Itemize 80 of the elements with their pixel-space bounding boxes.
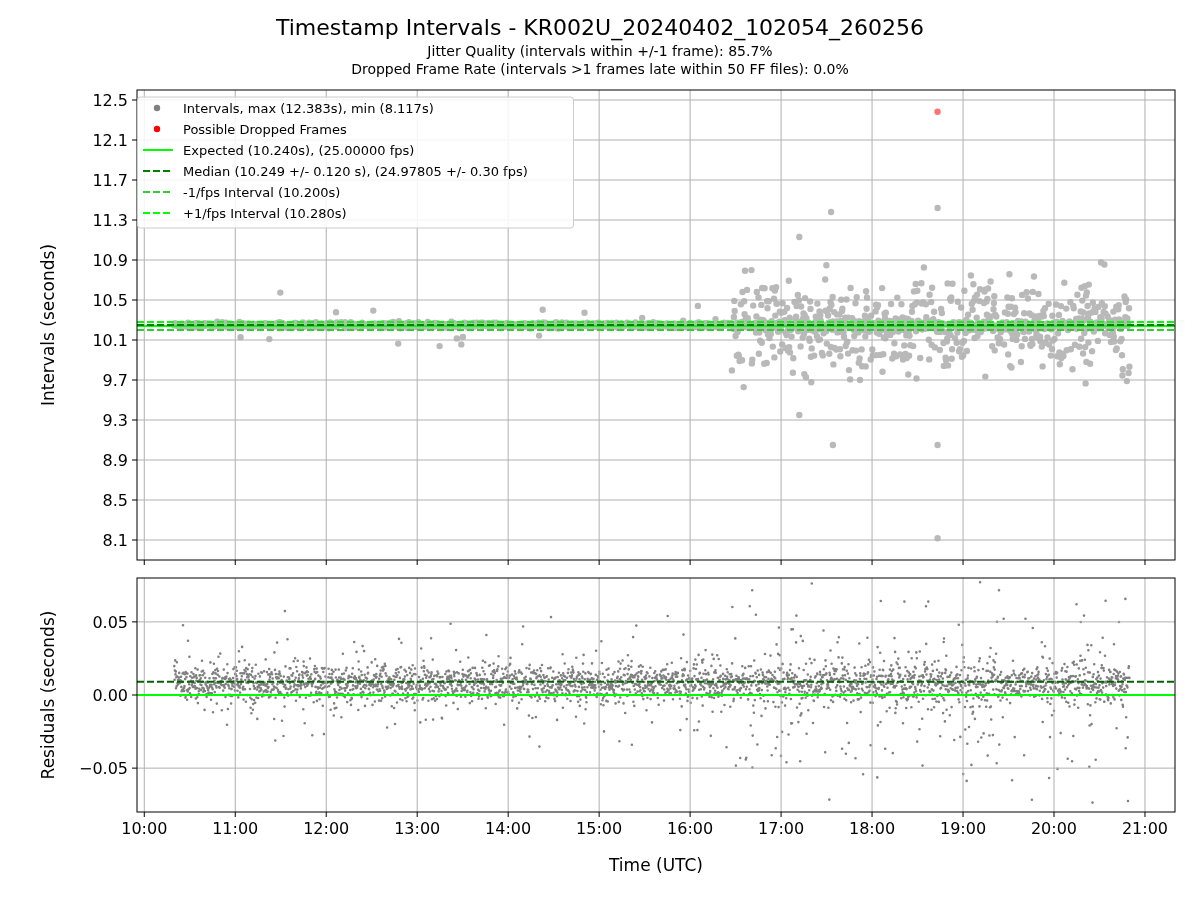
x-tick-label: 12:00	[303, 819, 350, 838]
y-tick-label: 0.00	[92, 686, 128, 705]
x-tick-label: 18:00	[849, 819, 896, 838]
tick-mark	[416, 811, 418, 818]
tick-mark	[131, 694, 138, 696]
tick-mark	[871, 811, 873, 818]
y-tick-label: 10.9	[92, 251, 128, 270]
tick-mark	[416, 559, 418, 566]
tick-mark	[507, 811, 509, 818]
tick-mark	[131, 767, 138, 769]
y-tick-label: 8.1	[102, 531, 128, 550]
legend-label: Intervals, max (12.383s), min (8.117s)	[183, 100, 434, 116]
tick-mark	[689, 559, 691, 566]
tick-mark	[131, 219, 138, 221]
tick-mark	[325, 559, 327, 566]
legend-label: Possible Dropped Frames	[183, 121, 347, 137]
dropped-frame-point	[934, 108, 941, 115]
tick-mark	[131, 179, 138, 181]
tick-mark	[1144, 811, 1146, 818]
tick-mark	[962, 811, 964, 818]
legend-line-icon	[142, 149, 174, 151]
chart-subtitle: Dropped Frame Rate (intervals >1 frames late within 50 FF files): 0.0%	[351, 60, 849, 78]
tick-mark	[131, 339, 138, 341]
y-tick-label: 9.3	[102, 411, 128, 430]
y-tick-label: 11.3	[92, 211, 128, 230]
x-tick-label: 19:00	[940, 819, 987, 838]
tick-mark	[689, 811, 691, 818]
y-tick-label: −0.05	[78, 759, 128, 779]
tick-mark	[507, 559, 509, 566]
tick-mark	[131, 259, 138, 261]
tick-mark	[234, 559, 236, 566]
y-tick-label: 9.7	[102, 371, 128, 390]
axis-title: Residuals (seconds)	[38, 610, 58, 780]
x-tick-label: 15:00	[576, 819, 623, 838]
tick-mark	[131, 539, 138, 541]
y-tick-label: 11.7	[92, 171, 128, 190]
chart-subtitle: Jitter Quality (intervals within +/-1 frame): 85.7%	[427, 42, 773, 60]
legend-label: -1/fps Interval (10.200s)	[183, 184, 341, 200]
tick-mark	[1144, 559, 1146, 566]
legend-label: Expected (10.240s), (25.00000 fps)	[183, 142, 415, 158]
y-tick-label: 12.5	[92, 91, 128, 110]
x-tick-label: 11:00	[212, 819, 259, 838]
tick-mark	[1053, 811, 1055, 818]
chart-title: Timestamp Intervals - KR002U_20240402_102054_260256	[275, 14, 925, 42]
tick-mark	[780, 811, 782, 818]
x-tick-label: 17:00	[758, 819, 805, 838]
tick-mark	[598, 811, 600, 818]
legend-label: +1/fps Interval (10.280s)	[183, 205, 347, 221]
x-tick-label: 10:00	[121, 819, 168, 838]
tick-mark	[143, 811, 145, 818]
x-tick-label: 21:00	[1121, 819, 1169, 838]
tick-mark	[131, 139, 138, 141]
tick-mark	[131, 499, 138, 501]
y-tick-label: 10.5	[92, 291, 128, 310]
tick-mark	[131, 379, 138, 381]
x-tick-label: 20:00	[1030, 819, 1078, 838]
tick-mark	[1053, 559, 1055, 566]
tick-mark	[962, 559, 964, 566]
axis-title: Time (UTC)	[609, 855, 703, 875]
tick-mark	[780, 559, 782, 566]
tick-mark	[234, 811, 236, 818]
y-tick-label: 8.9	[102, 451, 128, 470]
y-tick-label: 0.05	[92, 612, 128, 632]
axis-title: Intervals (seconds)	[38, 243, 58, 407]
x-tick-label: 14:00	[485, 819, 532, 838]
x-tick-label: 16:00	[667, 819, 714, 838]
tick-mark	[131, 459, 138, 461]
tick-mark	[871, 559, 873, 566]
tick-mark	[131, 99, 138, 101]
x-tick-label: 13:00	[394, 819, 441, 838]
tick-mark	[131, 299, 138, 301]
tick-mark	[325, 811, 327, 818]
y-tick-label: 12.1	[92, 131, 128, 150]
y-tick-label: 8.5	[102, 491, 128, 510]
legend-label: Median (10.249 +/- 0.120 s), (24.97805 +/- 0.30 fps)	[183, 163, 528, 179]
tick-mark	[598, 559, 600, 566]
y-tick-label: 10.1	[92, 331, 128, 350]
tick-mark	[131, 419, 138, 421]
tick-mark	[143, 559, 145, 566]
tick-mark	[131, 621, 138, 623]
